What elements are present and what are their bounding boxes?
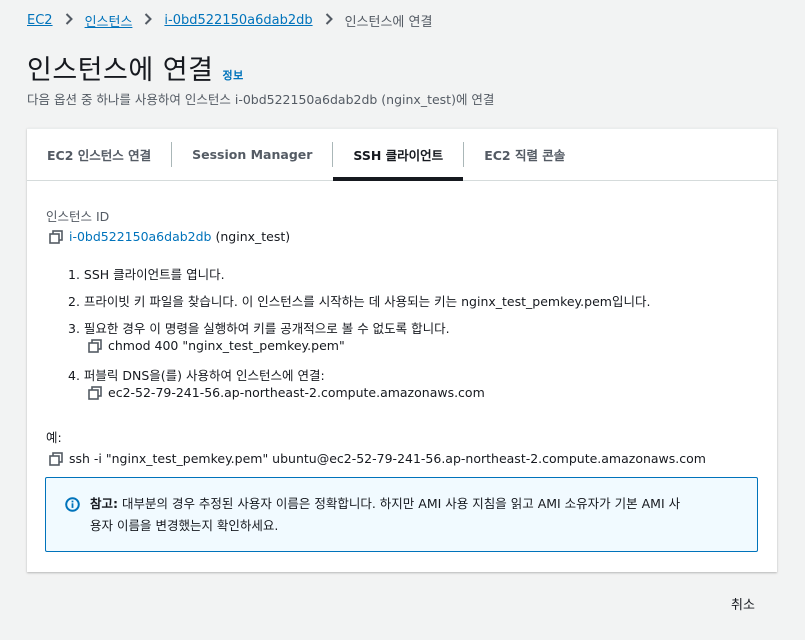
dns-row: ec2-52-79-241-56.ap-northeast-2.compute.…	[88, 385, 485, 400]
alert-body-line1: 대부분의 경우 추정된 사용자 이름은 정확합니다. 하지만 AMI 사용 지침…	[121, 496, 681, 511]
cancel-button[interactable]: 취소	[718, 592, 768, 614]
chevron-right-icon	[63, 12, 75, 29]
breadcrumb-current: 인스턴스에 연결	[344, 15, 433, 30]
tab-ec2-serial-console[interactable]: EC2 직렬 콘솔	[464, 129, 585, 180]
tab-ssh-client[interactable]: SSH 클라이언트	[333, 129, 463, 181]
connect-panel: EC2 인스턴스 연결 Session Manager SSH 클라이언트 EC…	[27, 128, 777, 572]
breadcrumb-link-instance-id[interactable]: i-0bd522150a6dab2db	[164, 13, 312, 28]
breadcrumb: EC2 인스턴스 i-0bd522150a6dab2db 인스턴스에 연결	[27, 11, 432, 30]
tab-ec2-instance-connect[interactable]: EC2 인스턴스 연결	[27, 129, 171, 180]
example-command: ssh -i "nginx_test_pemkey.pem" ubuntu@ec…	[69, 451, 706, 466]
tab-list: EC2 인스턴스 연결 Session Manager SSH 클라이언트 EC…	[27, 129, 777, 181]
chevron-right-icon	[323, 12, 335, 29]
page-title-row: 인스턴스에 연결 정보	[27, 48, 244, 87]
breadcrumb-link-ec2[interactable]: EC2	[27, 13, 53, 28]
chmod-command: chmod 400 "nginx_test_pemkey.pem"	[108, 338, 345, 353]
alert-title: 참고:	[90, 496, 118, 511]
step-3: 3. 필요한 경우 이 명령을 실행하여 키를 공개적으로 볼 수 없도록 합니…	[68, 321, 450, 336]
alert-text: 참고: 대부분의 경우 추정된 사용자 이름은 정확합니다. 하지만 AMI 사…	[90, 493, 740, 537]
copy-icon[interactable]	[49, 451, 63, 466]
page-subtitle: 다음 옵션 중 하나를 사용하여 인스턴스 i-0bd522150a6dab2d…	[27, 92, 495, 107]
step-1: 1. SSH 클라이언트를 엽니다.	[68, 267, 225, 282]
chmod-command-row: chmod 400 "nginx_test_pemkey.pem"	[88, 338, 345, 353]
instance-id-label: 인스턴스 ID	[46, 209, 110, 224]
example-label: 예:	[46, 430, 62, 445]
step-4: 4. 퍼블릭 DNS을(를) 사용하여 인스턴스에 연결:	[68, 368, 325, 383]
alert-body-line2: 용자 이름을 변경했는지 확인하세요.	[90, 518, 279, 533]
copy-icon[interactable]	[49, 229, 63, 244]
info-circle-icon	[65, 497, 80, 512]
instance-id-link[interactable]: i-0bd522150a6dab2db	[69, 229, 212, 244]
instance-name: (nginx_test)	[215, 229, 291, 244]
copy-icon[interactable]	[88, 385, 102, 400]
page-title: 인스턴스에 연결	[27, 55, 214, 86]
chevron-right-icon	[142, 12, 154, 29]
example-command-row: ssh -i "nginx_test_pemkey.pem" ubuntu@ec…	[49, 451, 706, 466]
breadcrumb-link-instances[interactable]: 인스턴스	[85, 11, 133, 30]
info-alert: 참고: 대부분의 경우 추정된 사용자 이름은 정확합니다. 하지만 AMI 사…	[45, 477, 758, 552]
info-link[interactable]: 정보	[222, 67, 243, 83]
step-2: 2. 프라이빗 키 파일을 찾습니다. 이 인스턴스를 시작하는 데 사용되는 …	[68, 294, 651, 309]
public-dns: ec2-52-79-241-56.ap-northeast-2.compute.…	[108, 385, 485, 400]
instance-id-row: i-0bd522150a6dab2db (nginx_test)	[49, 229, 290, 244]
tab-session-manager[interactable]: Session Manager	[172, 129, 332, 180]
copy-icon[interactable]	[88, 338, 102, 353]
